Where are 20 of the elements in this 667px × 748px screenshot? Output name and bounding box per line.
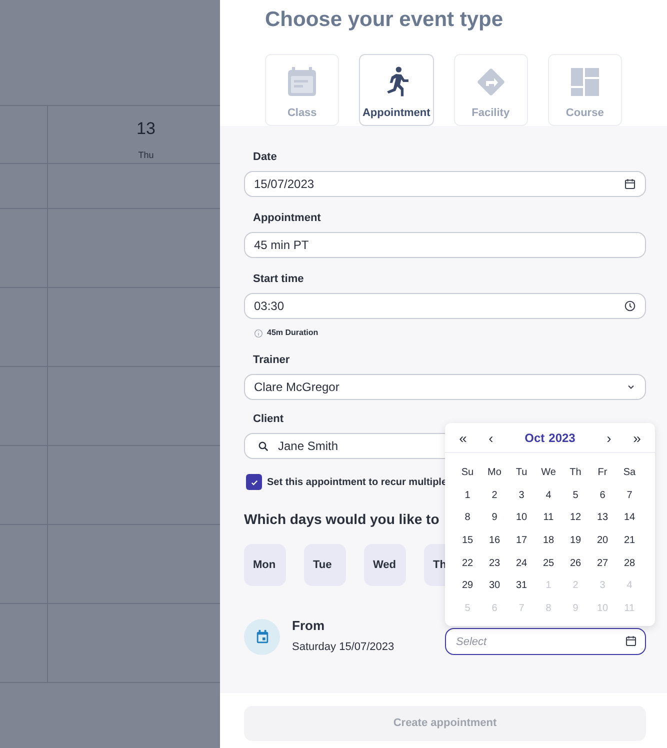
weekday-label: Mo bbox=[486, 466, 502, 480]
field-label: Appointment bbox=[252, 211, 321, 225]
weekday-label: Fr bbox=[596, 466, 608, 480]
panel-title: Choose your event type bbox=[265, 7, 504, 33]
weekday-label: Su bbox=[460, 466, 475, 480]
field-label: Client bbox=[252, 412, 284, 426]
weekday-label: Sa bbox=[622, 466, 637, 480]
field-label: Start time bbox=[252, 272, 304, 286]
checkbox-label: Set this appointment to recur multiple bbox=[267, 476, 448, 490]
day-number: 13 bbox=[136, 118, 156, 140]
section-heading: Which days would you like to bbox=[244, 510, 440, 529]
duration-hint: 45m Duration bbox=[267, 327, 318, 339]
field-label: Trainer bbox=[252, 353, 290, 367]
weekday-label: Tu bbox=[514, 466, 528, 480]
weekday-label: We bbox=[540, 466, 557, 480]
day-name: Thu bbox=[137, 149, 155, 162]
weekday-label: Th bbox=[568, 466, 582, 480]
from-date: Saturday 15/07/2023 bbox=[292, 640, 394, 655]
from-label: From bbox=[292, 618, 324, 634]
field-label: Date bbox=[252, 150, 277, 164]
